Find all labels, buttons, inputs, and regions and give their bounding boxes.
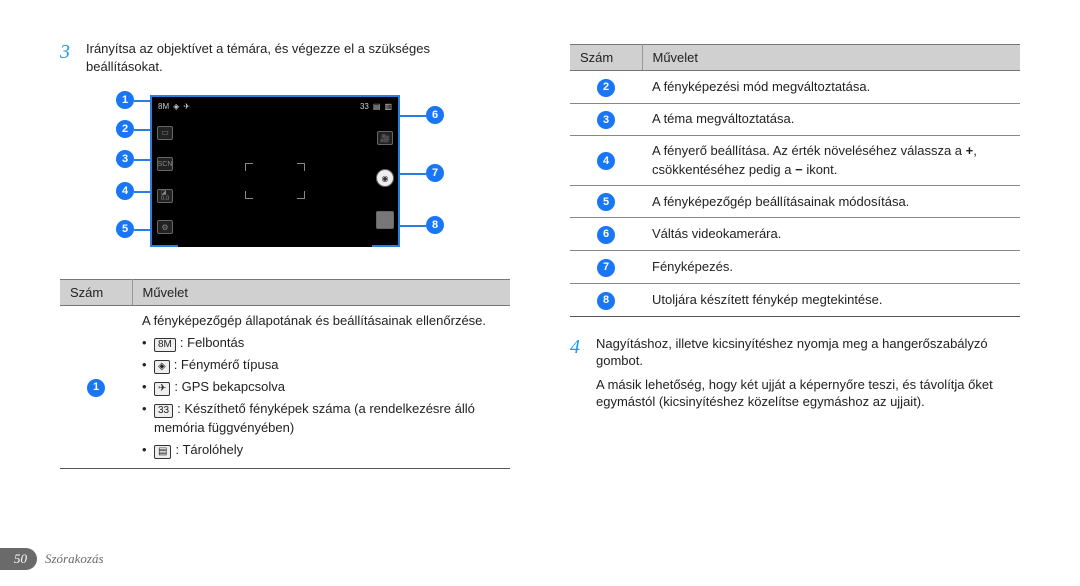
table-row: 6 Váltás videokamerára. <box>570 218 1020 251</box>
section-title: Szórakozás <box>45 551 104 567</box>
table-row: 7 Fényképezés. <box>570 251 1020 284</box>
row-8-text: Utoljára készített fénykép megtekintése. <box>642 283 1020 316</box>
table-header-op: Művelet <box>132 280 510 306</box>
table-header-num: Szám <box>570 45 642 71</box>
callout-4: 4 <box>116 182 134 200</box>
mode-icon: ▭ <box>157 126 173 140</box>
table-row: 8 Utoljára készített fénykép megtekintése… <box>570 283 1020 316</box>
step-text-3: Irányítsa az objektívet a témára, és vég… <box>86 40 510 75</box>
table-row: 1 A fényképezőgép állapotának és beállít… <box>60 306 510 469</box>
shots-left-indicator: 33 <box>360 102 369 111</box>
last-photo-icon <box>376 211 394 229</box>
table-row: 3 A téma megváltoztatása. <box>570 103 1020 136</box>
storage-indicator-icon: ▤ <box>373 102 381 111</box>
row-1-desc: A fényképezőgép állapotának és beállítás… <box>142 312 500 330</box>
step-number-3: 3 <box>60 40 78 64</box>
row-4-text: A fényerő beállítása. Az érték növeléséh… <box>642 136 1020 185</box>
bullet-icon-shots: 33 <box>154 404 173 418</box>
battery-icon: ▥ <box>384 102 392 111</box>
row-5-text: A fényképezőgép beállításainak módosítás… <box>642 185 1020 218</box>
callout-5: 5 <box>116 220 134 238</box>
step-number-4: 4 <box>570 335 588 359</box>
table-row: 2 A fényképezési mód megváltoztatása. <box>570 71 1020 104</box>
step-text-4: Nagyításhoz, illetve kicsinyítéshez nyom… <box>596 335 1020 370</box>
step-4-extra: A másik lehetőség, hogy két ujját a képe… <box>596 376 1020 411</box>
scene-icon: SCN <box>157 157 173 171</box>
callout-3: 3 <box>116 150 134 168</box>
row-marker: 5 <box>597 193 615 211</box>
row-1-b1: : Felbontás <box>180 335 244 350</box>
row-marker: 3 <box>597 111 615 129</box>
page-number: 50 <box>0 548 37 570</box>
resolution-indicator-icon: 8M <box>158 102 169 111</box>
shutter-icon: ◉ <box>376 169 394 187</box>
table-row: 5 A fényképezőgép beállításainak módosítá… <box>570 185 1020 218</box>
exposure-icon: ◪0.0 <box>157 189 173 203</box>
reference-table-right: Szám Művelet 2 A fényképezési mód megvált… <box>570 44 1020 317</box>
table-header-num: Szám <box>60 280 132 306</box>
row-6-text: Váltás videokamerára. <box>642 218 1020 251</box>
callout-6: 6 <box>426 106 444 124</box>
table-row: 4 A fényerő beállítása. Az érték növelés… <box>570 136 1020 185</box>
camera-ui-diagram: 8M ◈ ✈ 33 ▤ ▥ ▭ SCN ◪0.0 ⚙ <box>90 85 450 265</box>
bullet-icon-metering: ◈ <box>154 360 170 374</box>
row-marker: 6 <box>597 226 615 244</box>
bullet-icon-resolution: 8M <box>154 338 176 352</box>
row-3-text: A téma megváltoztatása. <box>642 103 1020 136</box>
callout-7: 7 <box>426 164 444 182</box>
row-marker: 8 <box>597 292 615 310</box>
callout-2: 2 <box>116 120 134 138</box>
row-2-text: A fényképezési mód megváltoztatása. <box>642 71 1020 104</box>
row-marker: 4 <box>597 152 615 170</box>
row-1-b3: : GPS bekapcsolva <box>174 379 285 394</box>
bullet-icon-gps: ✈ <box>154 382 170 396</box>
row-marker: 2 <box>597 79 615 97</box>
metering-indicator-icon: ◈ <box>173 102 179 111</box>
table-header-op: Művelet <box>642 45 1020 71</box>
callout-8: 8 <box>426 216 444 234</box>
row-7-text: Fényképezés. <box>642 251 1020 284</box>
row-marker-1: 1 <box>87 379 105 397</box>
bullet-icon-storage: ▤ <box>154 445 171 459</box>
focus-frame-icon <box>245 163 305 199</box>
gps-indicator-icon: ✈ <box>183 102 190 111</box>
row-1-b5: : Tárolóhely <box>175 442 243 457</box>
reference-table-left: Szám Művelet 1 A fényképezőgép állapotán… <box>60 279 510 469</box>
settings-gear-icon: ⚙ <box>157 220 173 234</box>
row-marker: 7 <box>597 259 615 277</box>
callout-1: 1 <box>116 91 134 109</box>
row-1-b4: : Készíthető fényképek száma (a rendelke… <box>154 401 475 435</box>
switch-video-icon: 🎥 <box>377 131 393 145</box>
row-1-b2: : Fénymérő típusa <box>174 357 279 372</box>
